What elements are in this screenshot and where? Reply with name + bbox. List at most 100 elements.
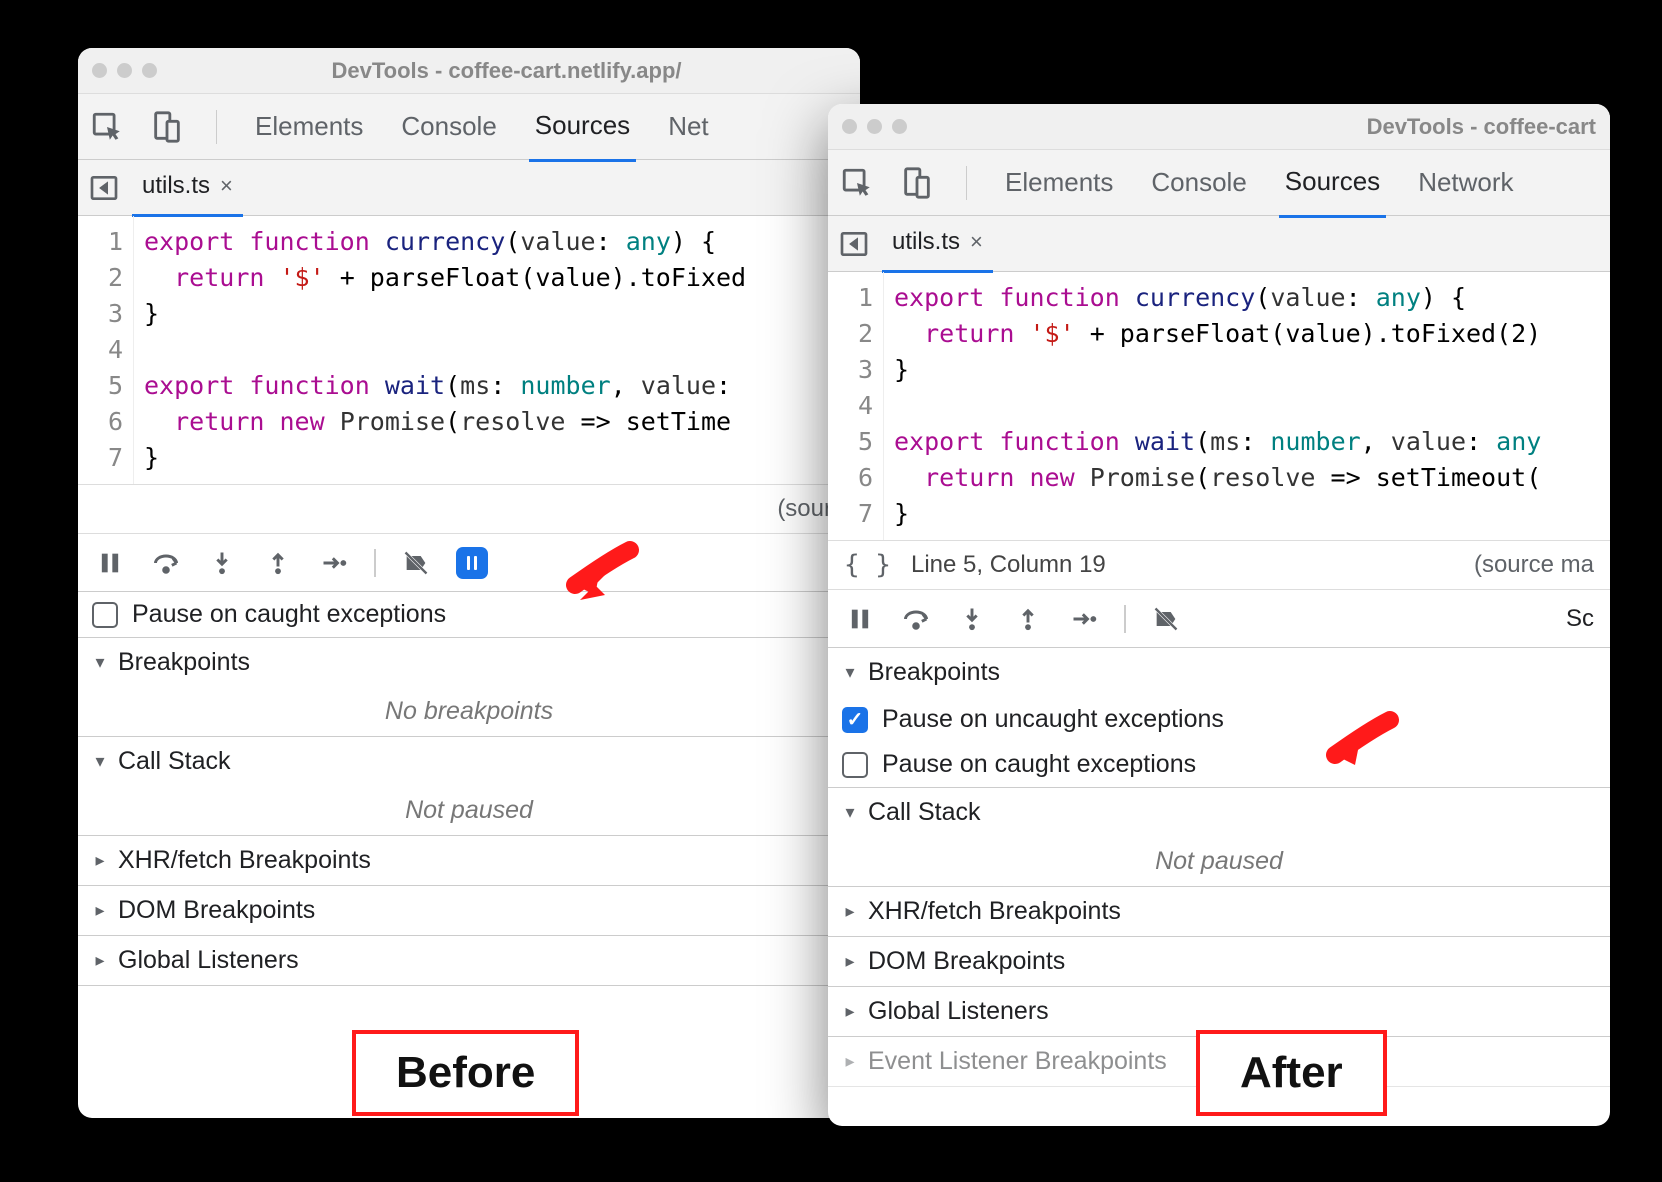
- minimize-dot[interactable]: [867, 119, 882, 134]
- file-tab-label: utils.ts: [142, 172, 210, 200]
- pause-caught-checkbox[interactable]: [92, 602, 118, 628]
- step-out-icon[interactable]: [1012, 603, 1044, 635]
- file-tabstrip: utils.ts ×: [78, 160, 860, 216]
- triangle-right-icon: ▸: [842, 1001, 858, 1022]
- section-header[interactable]: ▸ DOM Breakpoints: [828, 937, 1610, 986]
- after-label: After: [1196, 1030, 1387, 1116]
- triangle-down-icon: ▾: [842, 662, 858, 683]
- red-arrow-annotation: [560, 540, 640, 610]
- debugger-toolbar: [78, 534, 860, 592]
- zoom-dot[interactable]: [142, 63, 157, 78]
- inspect-icon[interactable]: [90, 110, 124, 144]
- panel-tabs: Elements Console Sources Net: [78, 94, 860, 160]
- section-header[interactable]: ▾ Breakpoints: [828, 648, 1610, 697]
- file-tab-utils[interactable]: utils.ts ×: [882, 214, 993, 273]
- tab-sources[interactable]: Sources: [1279, 148, 1386, 218]
- triangle-down-icon: ▾: [92, 751, 108, 772]
- navigator-icon[interactable]: [88, 172, 120, 204]
- scope-tab[interactable]: Sc: [1566, 605, 1594, 633]
- section-header[interactable]: ▾ Call Stack: [78, 737, 860, 786]
- no-breakpoints-text: No breakpoints: [78, 687, 860, 736]
- step-into-icon[interactable]: [206, 547, 238, 579]
- triangle-right-icon: ▸: [842, 901, 858, 922]
- close-dot[interactable]: [92, 63, 107, 78]
- divider: [1124, 605, 1126, 633]
- deactivate-breakpoints-icon[interactable]: [400, 547, 432, 579]
- pause-caught-checkbox[interactable]: [842, 752, 868, 778]
- tab-network[interactable]: Network: [1412, 149, 1519, 216]
- triangle-right-icon: ▸: [92, 900, 108, 921]
- tab-elements[interactable]: Elements: [999, 149, 1119, 216]
- close-dot[interactable]: [842, 119, 857, 134]
- divider: [966, 166, 967, 200]
- section-header[interactable]: ▾ Breakpoints: [78, 638, 860, 687]
- step-icon[interactable]: [318, 547, 350, 579]
- debugger-toolbar: Sc: [828, 590, 1610, 648]
- section-xhr: ▸ XHR/fetch Breakpoints: [78, 836, 860, 886]
- section-header[interactable]: ▸ XHR/fetch Breakpoints: [828, 887, 1610, 936]
- code-editor[interactable]: 1234567 export function currency(value: …: [828, 272, 1610, 540]
- step-over-icon[interactable]: [900, 603, 932, 635]
- window-title: DevTools - coffee-cart.netlify.app/: [167, 58, 846, 84]
- step-icon[interactable]: [1068, 603, 1100, 635]
- section-breakpoints: ▾ Breakpoints Pause on uncaught exceptio…: [828, 648, 1610, 788]
- titlebar: DevTools - coffee-cart: [828, 104, 1610, 150]
- device-icon[interactable]: [900, 166, 934, 200]
- titlebar: DevTools - coffee-cart.netlify.app/: [78, 48, 860, 94]
- section-header[interactable]: ▸ DOM Breakpoints: [78, 886, 860, 935]
- section-header[interactable]: ▾ Call Stack: [828, 788, 1610, 837]
- pause-uncaught-label: Pause on uncaught exceptions: [882, 705, 1224, 734]
- code-editor[interactable]: 1234567 export function currency(value: …: [78, 216, 860, 484]
- pause-exceptions-icon[interactable]: [456, 547, 488, 579]
- sourcemap-indicator: (source ma: [1474, 551, 1594, 579]
- step-over-icon[interactable]: [150, 547, 182, 579]
- file-tab-utils[interactable]: utils.ts ×: [132, 158, 243, 217]
- triangle-down-icon: ▾: [92, 652, 108, 673]
- traffic-lights: [92, 63, 157, 78]
- triangle-right-icon: ▸: [92, 950, 108, 971]
- file-tabstrip: utils.ts ×: [828, 216, 1610, 272]
- file-tab-label: utils.ts: [892, 228, 960, 256]
- minimize-dot[interactable]: [117, 63, 132, 78]
- before-label: Before: [352, 1030, 579, 1116]
- deactivate-breakpoints-icon[interactable]: [1150, 603, 1182, 635]
- panel-tabs: Elements Console Sources Network: [828, 150, 1610, 216]
- close-icon[interactable]: ×: [970, 229, 983, 255]
- traffic-lights: [842, 119, 907, 134]
- editor-statusbar: (sourc: [78, 484, 860, 534]
- tab-console[interactable]: Console: [395, 93, 502, 160]
- tab-elements[interactable]: Elements: [249, 93, 369, 160]
- section-dom: ▸ DOM Breakpoints: [828, 937, 1610, 987]
- zoom-dot[interactable]: [892, 119, 907, 134]
- tab-console[interactable]: Console: [1145, 149, 1252, 216]
- not-paused-text: Not paused: [828, 837, 1610, 886]
- pause-icon[interactable]: [94, 547, 126, 579]
- section-header[interactable]: ▸ XHR/fetch Breakpoints: [78, 836, 860, 885]
- pause-uncaught-checkbox[interactable]: [842, 707, 868, 733]
- step-out-icon[interactable]: [262, 547, 294, 579]
- navigator-icon[interactable]: [838, 228, 870, 260]
- close-icon[interactable]: ×: [220, 173, 233, 199]
- code-content: export function currency(value: any) { r…: [134, 216, 860, 484]
- section-callstack: ▾ Call Stack Not paused: [78, 737, 860, 836]
- section-header[interactable]: ▸ Global Listeners: [78, 936, 860, 985]
- section-global: ▸ Global Listeners: [78, 936, 860, 986]
- editor-statusbar: { } Line 5, Column 19 (source ma: [828, 540, 1610, 590]
- pretty-print-icon[interactable]: { }: [844, 550, 891, 580]
- line-gutter: 1234567: [828, 272, 884, 540]
- pause-caught-label: Pause on caught exceptions: [882, 750, 1196, 779]
- red-arrow-annotation: [1320, 710, 1400, 780]
- device-icon[interactable]: [150, 110, 184, 144]
- tab-network[interactable]: Net: [662, 93, 714, 160]
- section-header[interactable]: ▸ Global Listeners: [828, 987, 1610, 1036]
- section-dom: ▸ DOM Breakpoints: [78, 886, 860, 936]
- inspect-icon[interactable]: [840, 166, 874, 200]
- step-into-icon[interactable]: [956, 603, 988, 635]
- divider: [216, 110, 217, 144]
- pause-icon[interactable]: [844, 603, 876, 635]
- tab-sources[interactable]: Sources: [529, 92, 636, 162]
- devtools-window-before: DevTools - coffee-cart.netlify.app/ Elem…: [78, 48, 860, 1118]
- section-callstack: ▾ Call Stack Not paused: [828, 788, 1610, 887]
- triangle-right-icon: ▸: [842, 1051, 858, 1072]
- triangle-right-icon: ▸: [92, 850, 108, 871]
